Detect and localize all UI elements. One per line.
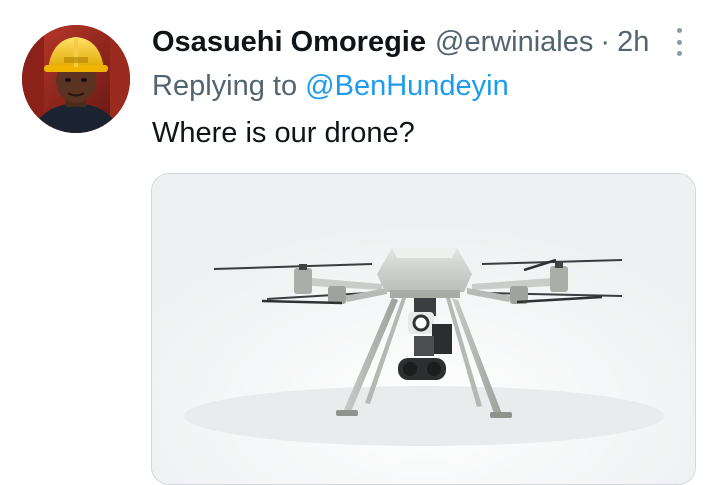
more-dot — [676, 51, 682, 56]
tweet-text: Where is our drone? — [152, 117, 415, 149]
replying-to-label: Replying to — [152, 70, 306, 102]
timestamp[interactable]: 2h — [617, 26, 649, 59]
separator-dot: · — [600, 25, 611, 58]
reply-to-handle-link[interactable]: @BenHundeyin — [305, 70, 509, 102]
tweet-header: Osasuehi Omoregie @erwiniales · 2h — [152, 22, 649, 62]
tweet[interactable]: Osasuehi Omoregie @erwiniales · 2h Reply… — [0, 0, 717, 485]
display-name[interactable]: Osasuehi Omoregie — [152, 26, 426, 59]
more-vertical-icon[interactable] — [668, 28, 690, 56]
drone-photo — [152, 174, 695, 484]
replying-to-line: Replying to @BenHundeyin — [152, 70, 509, 103]
media-image[interactable] — [151, 173, 696, 485]
more-dot — [676, 28, 682, 33]
more-dot — [676, 39, 682, 45]
user-handle[interactable]: @erwiniales — [435, 26, 593, 59]
avatar[interactable] — [22, 25, 130, 133]
